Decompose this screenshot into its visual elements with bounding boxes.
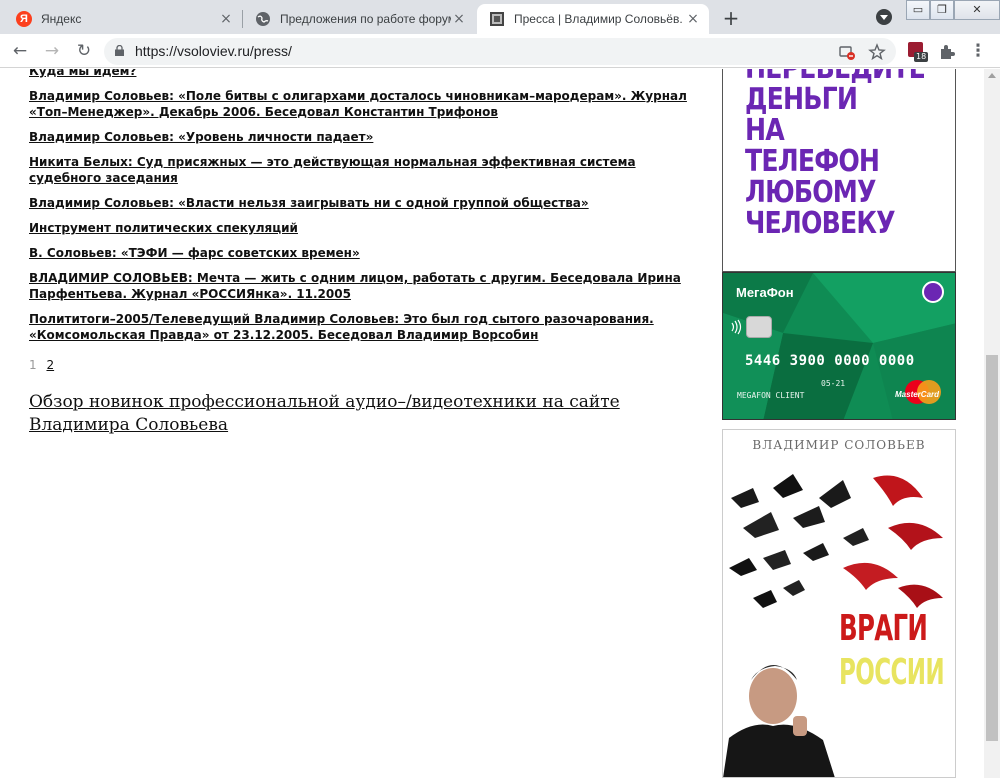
megafon-card-ad[interactable]: МегаФон 5446 3900 0000 0000 05-21 MEGAFO… — [722, 272, 956, 420]
article-link[interactable]: Владимир Соловьев: «Уровень личности пад… — [29, 129, 689, 145]
browser-toolbar: ← → ↻ https://vsoloviev.ru/press/ 18 ⋮ — [0, 34, 1000, 68]
article-link[interactable]: Куда мы идем? — [29, 69, 689, 79]
pagination-current-page: 1 — [29, 358, 37, 372]
pagination: 1 2 — [29, 358, 54, 372]
card-brand: МегаФон — [736, 285, 794, 300]
close-icon[interactable]: × — [451, 11, 467, 27]
article-link[interactable]: Владимир Соловьев: «Поле битвы с олигарх… — [29, 88, 689, 120]
scrollbar-thumb[interactable] — [986, 355, 998, 741]
minimize-button[interactable]: ▭ — [906, 0, 930, 20]
pagination-next-page[interactable]: 2 — [46, 358, 54, 372]
book-title-line2: РОССИИ — [839, 652, 945, 693]
browser-menu-button[interactable]: ⋮ — [966, 39, 990, 63]
promo-heading-link[interactable]: Обзор новинок профессиональной аудио–/ви… — [29, 391, 689, 437]
blocked-content-icon[interactable] — [838, 43, 856, 61]
extension-icon[interactable]: 18 — [906, 40, 929, 62]
globe-icon — [255, 11, 271, 27]
reload-button[interactable]: ↻ — [72, 39, 96, 63]
tab-yandex[interactable]: Я Яндекс × — [4, 4, 242, 34]
tab-strip: Я Яндекс × Предложения по работе форума … — [0, 0, 1000, 34]
bookmark-star-icon[interactable] — [868, 43, 886, 61]
card-expiry: 05-21 — [821, 379, 846, 388]
page-viewport: Куда мы идем? Владимир Соловьев: «Поле б… — [0, 69, 984, 778]
slogan-line: НА ТЕЛЕФОН — [745, 113, 880, 179]
tab-forum[interactable]: Предложения по работе форума - × — [243, 4, 475, 34]
megafon-ad-banner[interactable]: ПЕРЕВЕДИТЕ ДЕНЬГИ НА ТЕЛЕФОН ЛЮБОМУ ЧЕЛО… — [722, 69, 956, 272]
page-scrollbar[interactable] — [984, 69, 1000, 778]
yandex-icon: Я — [16, 11, 32, 27]
tab-title: Пресса | Владимир Соловьёв. Офи — [514, 12, 685, 26]
book-ad-banner[interactable]: ВЛАДИМИР СОЛОВЬЕВ ВРАГИ РОССИИ — [722, 429, 956, 778]
close-window-icon: ✕ — [972, 3, 982, 16]
card-network: MasterCard — [895, 390, 940, 399]
slogan-line: ДЕНЬГИ — [745, 82, 858, 117]
address-bar[interactable]: https://vsoloviev.ru/press/ — [104, 38, 896, 65]
article-link[interactable]: ВЛАДИМИР СОЛОВЬЕВ: Мечта — жить с одним … — [29, 270, 689, 302]
article-link[interactable]: Никита Белых: Суд присяжных — это действ… — [29, 154, 689, 186]
article-link[interactable]: Инструмент политических спекуляций — [29, 220, 689, 236]
close-icon[interactable]: × — [685, 11, 701, 27]
close-icon[interactable]: × — [218, 11, 234, 27]
article-link[interactable]: Полититоги–2005/Телеведущий Владимир Сол… — [29, 311, 689, 343]
card-number: 5446 3900 0000 0000 — [745, 353, 915, 369]
lock-icon[interactable] — [115, 45, 124, 56]
tab-press[interactable]: Пресса | Владимир Соловьёв. Офи × — [477, 4, 709, 34]
card-chip-icon — [746, 316, 772, 338]
extension-badge-count: 18 — [914, 52, 929, 62]
tab-search-icon[interactable] — [876, 9, 892, 25]
url-text[interactable]: https://vsoloviev.ru/press/ — [135, 38, 292, 65]
tab-title: Яндекс — [41, 12, 82, 26]
new-tab-button[interactable]: + — [718, 6, 744, 32]
book-author: ВЛАДИМИР СОЛОВЬЕВ — [752, 438, 926, 452]
forward-button[interactable]: → — [40, 39, 64, 63]
close-window-button[interactable]: ✕ — [954, 0, 1000, 20]
megafon-logo-icon — [922, 281, 944, 303]
extensions-puzzle-icon[interactable] — [938, 43, 955, 60]
site-icon — [489, 11, 505, 27]
press-article-list: Куда мы идем? Владимир Соловьев: «Поле б… — [29, 69, 689, 352]
scroll-up-icon[interactable] — [988, 73, 996, 78]
megafon-ad-slogan: ПЕРЕВЕДИТЕ ДЕНЬГИ НА ТЕЛЕФОН ЛЮБОМУ ЧЕЛО… — [745, 69, 926, 241]
book-title-line1: ВРАГИ — [839, 608, 928, 649]
tab-title: Предложения по работе форума - — [280, 12, 451, 26]
restore-icon: ❐ — [937, 3, 947, 16]
contactless-icon — [731, 319, 742, 335]
slogan-line: ЧЕЛОВЕКУ — [745, 206, 896, 241]
article-link[interactable]: В. Соловьев: «ТЭФИ — фарс советских врем… — [29, 245, 689, 261]
article-link[interactable]: Владимир Соловьев: «Власти нельзя заигры… — [29, 195, 689, 211]
slogan-line: ЛЮБОМУ — [745, 175, 876, 210]
back-button[interactable]: ← — [8, 39, 32, 63]
card-holder: MEGAFON CLIENT — [737, 391, 805, 400]
minimize-icon: ▭ — [912, 3, 924, 16]
restore-button[interactable]: ❐ — [930, 0, 954, 20]
